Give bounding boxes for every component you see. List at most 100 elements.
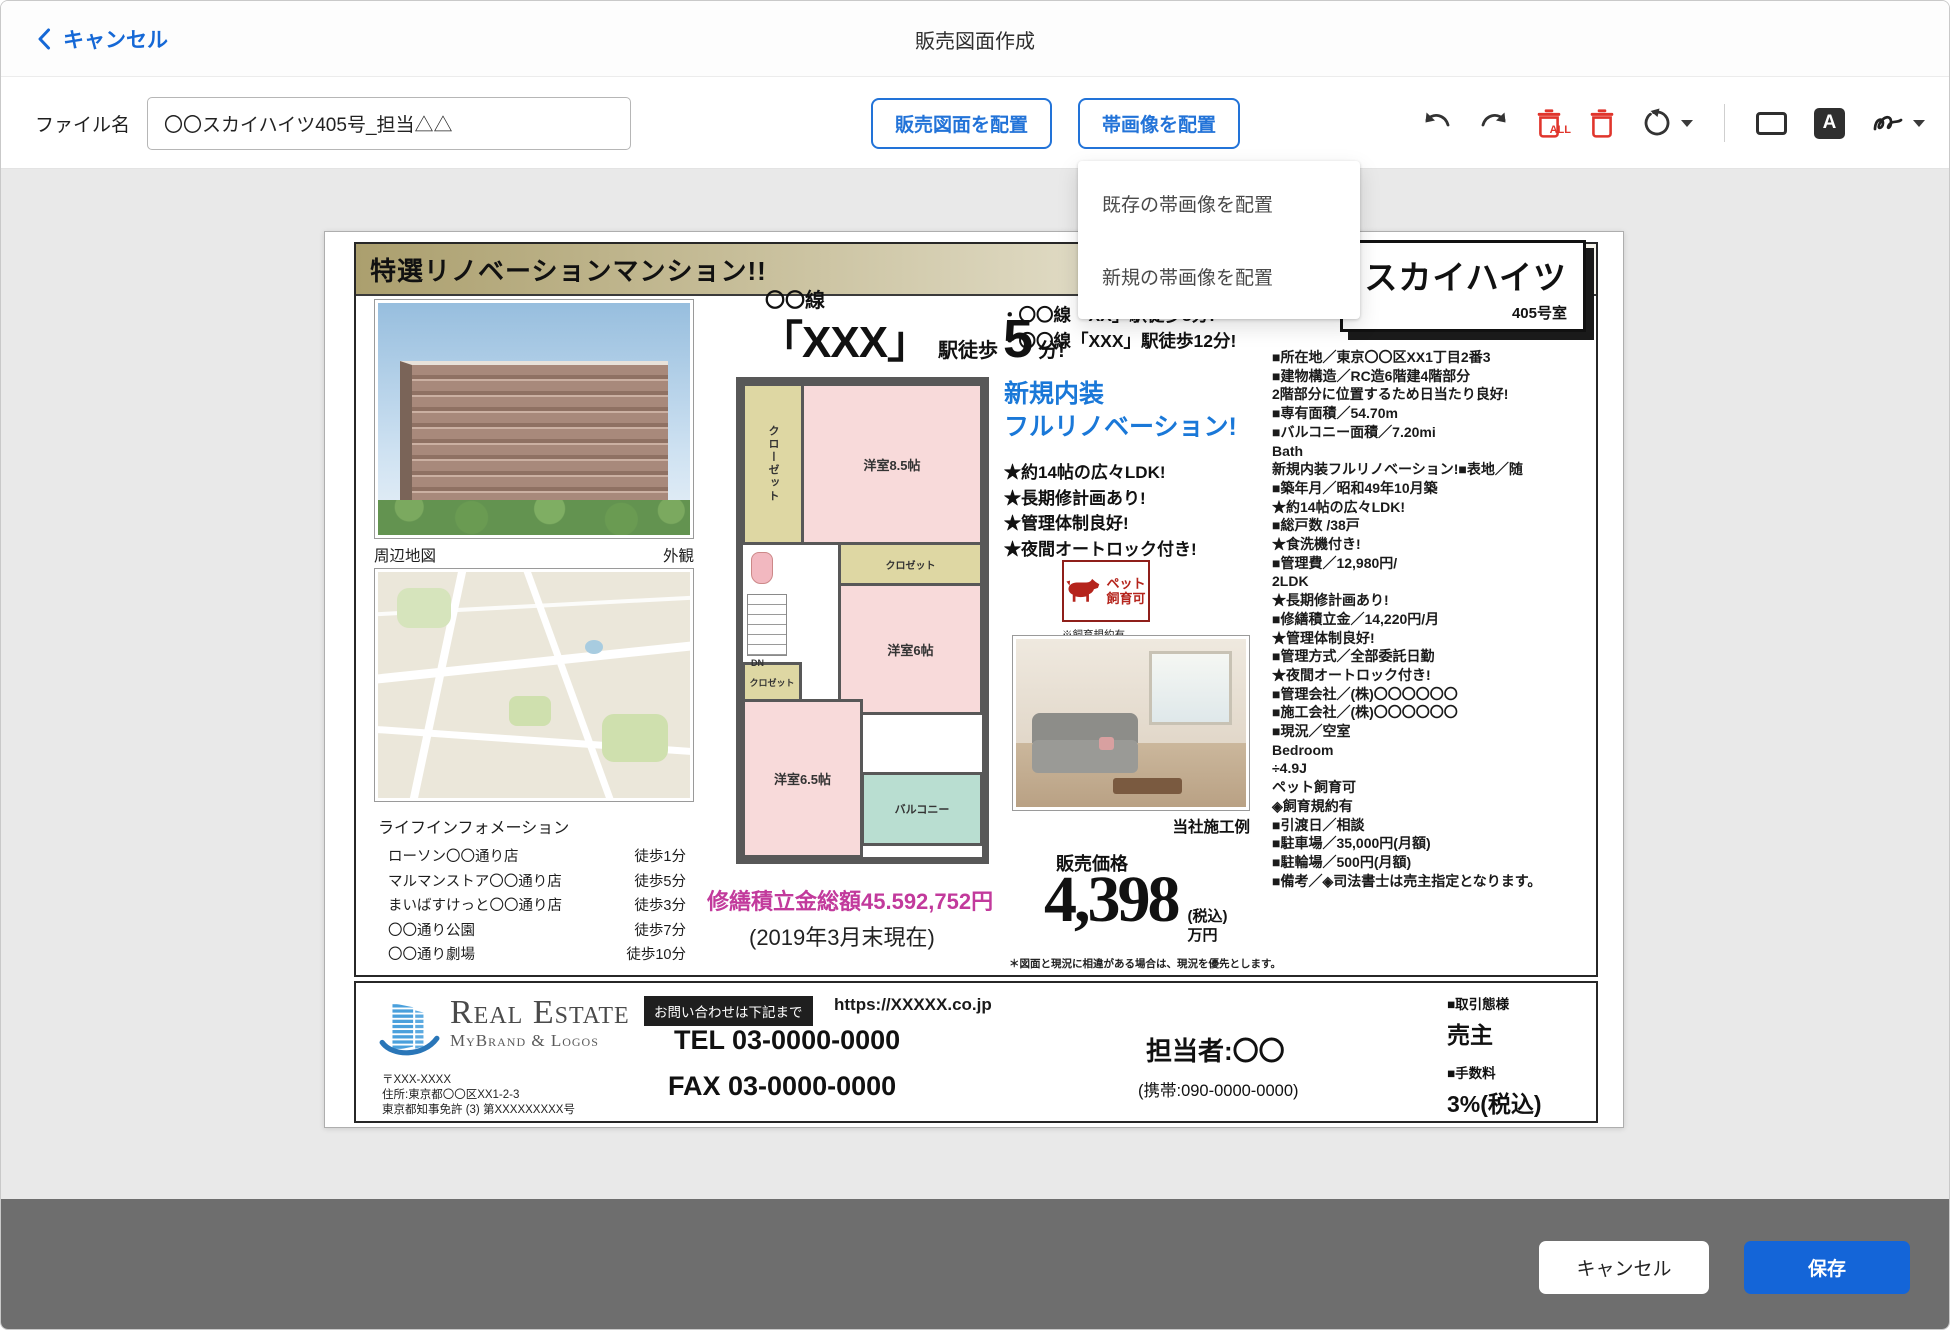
property-detail-line: ■築年月／昭和49年10月築 [1272, 479, 1594, 498]
price-unit-tax: (税込) [1188, 907, 1228, 926]
floor-plan: クローゼット 洋室8.5帖 クロゼット 洋室6帖 クロゼット 洋室6.5帖 バル… [736, 377, 989, 864]
file-name-label: ファイル名 [35, 77, 130, 169]
deal-type-label: ■取引態様 [1447, 993, 1542, 1013]
caret-down-icon [1681, 120, 1693, 127]
price-row: 4,398 (税込) 万円 [1044, 862, 1228, 945]
walk-time: 徒歩10分 [626, 943, 686, 968]
file-name-input[interactable] [147, 97, 631, 150]
pet-allowed-badge: ペット 飼育可 [1062, 560, 1150, 622]
floorplan-room: 洋室8.5帖 [801, 383, 983, 545]
catch-copy: 新規内装 フルリノベーション! [1004, 378, 1237, 444]
shape-rectangle-icon[interactable] [1756, 112, 1787, 135]
property-detail-line: ペット飼育可 [1272, 778, 1594, 797]
flyer-sheet[interactable]: 特選リノベーションマンション!! 周辺地図 外観 ライフインフォメーション [324, 231, 1624, 1128]
repair-fund-asof: (2019年3月末現在) [749, 920, 935, 952]
property-detail-line: ■管理会社／(株)〇〇〇〇〇〇 [1272, 685, 1594, 704]
repair-fund-total: 修繕積立金総額45.592,752円 [707, 884, 993, 916]
property-detail-line: ÷4.9J [1272, 759, 1594, 778]
catch-line1: 新規内装 [1004, 378, 1237, 411]
walk-time: 徒歩1分 [634, 845, 686, 870]
property-detail-line: 新規内装フルリノベーション!■表地／随 [1272, 460, 1594, 479]
property-detail-line: ◈飼育規約有 [1272, 797, 1594, 816]
rotate-icon [1642, 108, 1672, 138]
floorplan-closet: クローゼット [742, 383, 804, 545]
property-detail-line: ★食洗機付き! [1272, 535, 1594, 554]
property-details-list: ■所在地／東京〇〇区XX1丁目2番3■建物構造／RC造6階建4階部分2階部分に位… [1272, 348, 1594, 890]
license-line: 東京都知事免許 (3) 第XXXXXXXXX号 [382, 1103, 575, 1118]
caret-down-icon [1913, 120, 1925, 127]
floorplan-toilet [751, 552, 773, 584]
exterior-photo [374, 299, 694, 539]
rotate-tool[interactable] [1642, 108, 1693, 138]
catch-line2: フルリノベーション! [1004, 411, 1237, 444]
feature-list: ★約14帖の広々LDK!★長期修計画あり!★管理体制良好!★夜間オートロック付き… [1004, 460, 1197, 562]
fee-label: ■手数料 [1447, 1062, 1542, 1082]
price-note: ＊図面と現況に相違がある場合は、現況を優先とします。 [1009, 956, 1281, 971]
property-detail-line: 2LDK [1272, 572, 1594, 591]
header: キャンセル 販売図面作成 [1, 1, 1949, 77]
floorplan-stairs-label: DN [751, 658, 764, 668]
property-detail-line: ★約14帖の広々LDK! [1272, 498, 1594, 517]
feature-item: ★管理体制良好! [1004, 511, 1197, 537]
property-detail-line: ■駐輪場／500円(月額) [1272, 853, 1594, 872]
property-detail-line: ■引渡日／相談 [1272, 816, 1594, 835]
life-info-title: ライフインフォメーション [378, 814, 569, 838]
draw-squiggle-icon [1872, 111, 1904, 135]
band-image-dropdown: 既存の帯画像を配置新規の帯画像を配置 [1078, 161, 1360, 319]
tool-icon-group: ALL A [1422, 77, 1925, 169]
place-name: 〇〇通り劇場 [388, 943, 475, 968]
agent-name: 担当者:〇〇 [1146, 1031, 1285, 1068]
property-detail-line: ■建物構造／RC造6階建4階部分 [1272, 367, 1594, 386]
floorplan-room: 洋室6.5帖 [742, 699, 863, 858]
interior-photo [1012, 635, 1250, 811]
dog-icon [1066, 576, 1102, 606]
flyer-main-box: 特選リノベーションマンション!! 周辺地図 外観 ライフインフォメーション [354, 242, 1598, 977]
company-address: 〒XXX-XXXX 住所:東京都〇〇区XX1-2-3 東京都知事免許 (3) 第… [382, 1073, 575, 1118]
fee-value: 3%(税込) [1447, 1085, 1542, 1119]
editor-canvas[interactable]: 特選リノベーションマンション!! 周辺地図 外観 ライフインフォメーション [1, 169, 1949, 1199]
property-detail-line: ★夜間オートロック付き! [1272, 666, 1594, 685]
delete-all-icon[interactable]: ALL [1536, 109, 1562, 138]
cancel-button[interactable]: キャンセル [1539, 1241, 1709, 1294]
delete-all-label: ALL [1550, 124, 1571, 136]
place-name: ローソン〇〇通り店 [388, 845, 519, 870]
contact-badge: お問い合わせは下記まで [644, 996, 813, 1026]
life-info-row: 〇〇通り公園 徒歩7分 [388, 919, 686, 944]
floorplan-closet: クロゼット [742, 662, 802, 702]
walk-time: 徒歩3分 [634, 894, 686, 919]
delete-icon[interactable] [1589, 109, 1615, 138]
dropdown-menu-item[interactable]: 既存の帯画像を配置 [1078, 167, 1360, 240]
walk-label: 駅徒歩 [938, 334, 998, 363]
feature-item: ★夜間オートロック付き! [1004, 537, 1197, 563]
property-detail-line: ■駐車場／35,000円(月額) [1272, 834, 1594, 853]
area-map [374, 568, 694, 802]
room-number: 405号室 [1343, 302, 1567, 323]
postal-code: 〒XXX-XXXX [382, 1073, 575, 1088]
property-detail-line: ■総戸数 /38戸 [1272, 516, 1594, 535]
property-detail-line: ■現況／空室 [1272, 722, 1594, 741]
life-info-row: まいばすけっと〇〇通り店 徒歩3分 [388, 894, 686, 919]
price-value: 4,398 [1044, 862, 1178, 938]
place-sales-drawing-button[interactable]: 販売図面を配置 [871, 98, 1052, 149]
property-detail-line: ■専有面積／54.70m [1272, 404, 1594, 423]
property-detail-line: ■備考／◈司法書士は売主指定となります。 [1272, 872, 1594, 891]
price-unit-man: 万円 [1188, 926, 1228, 945]
save-button[interactable]: 保存 [1744, 1241, 1910, 1294]
dropdown-menu-item[interactable]: 新規の帯画像を配置 [1078, 240, 1360, 313]
place-name: まいばすけっと〇〇通り店 [388, 894, 562, 919]
walk-time: 徒歩5分 [634, 870, 686, 895]
place-band-image-button[interactable]: 帯画像を配置 [1078, 98, 1240, 149]
life-info-list: ローソン〇〇通り店 徒歩1分 マルマンストア〇〇通り店 徒歩5分 まいばすけっと… [388, 845, 686, 968]
text-tool-icon[interactable]: A [1814, 108, 1845, 139]
property-detail-line: ★管理体制良好! [1272, 629, 1594, 648]
redo-icon[interactable] [1479, 110, 1509, 136]
deal-terms: ■取引態様 売主 ■手数料 3%(税込) [1447, 993, 1542, 1131]
draw-tool[interactable] [1872, 111, 1925, 135]
image-labels: 周辺地図 外観 [374, 544, 694, 566]
life-info-row: マルマンストア〇〇通り店 徒歩5分 [388, 870, 686, 895]
feature-item: ★長期修計画あり! [1004, 486, 1197, 512]
agent-mobile: (携帯:090-0000-0000) [1138, 1077, 1299, 1101]
feature-item: ★約14帖の広々LDK! [1004, 460, 1197, 486]
property-detail-line: ■バルコニー面積／7.20mi [1272, 423, 1594, 442]
undo-icon[interactable] [1422, 110, 1452, 136]
